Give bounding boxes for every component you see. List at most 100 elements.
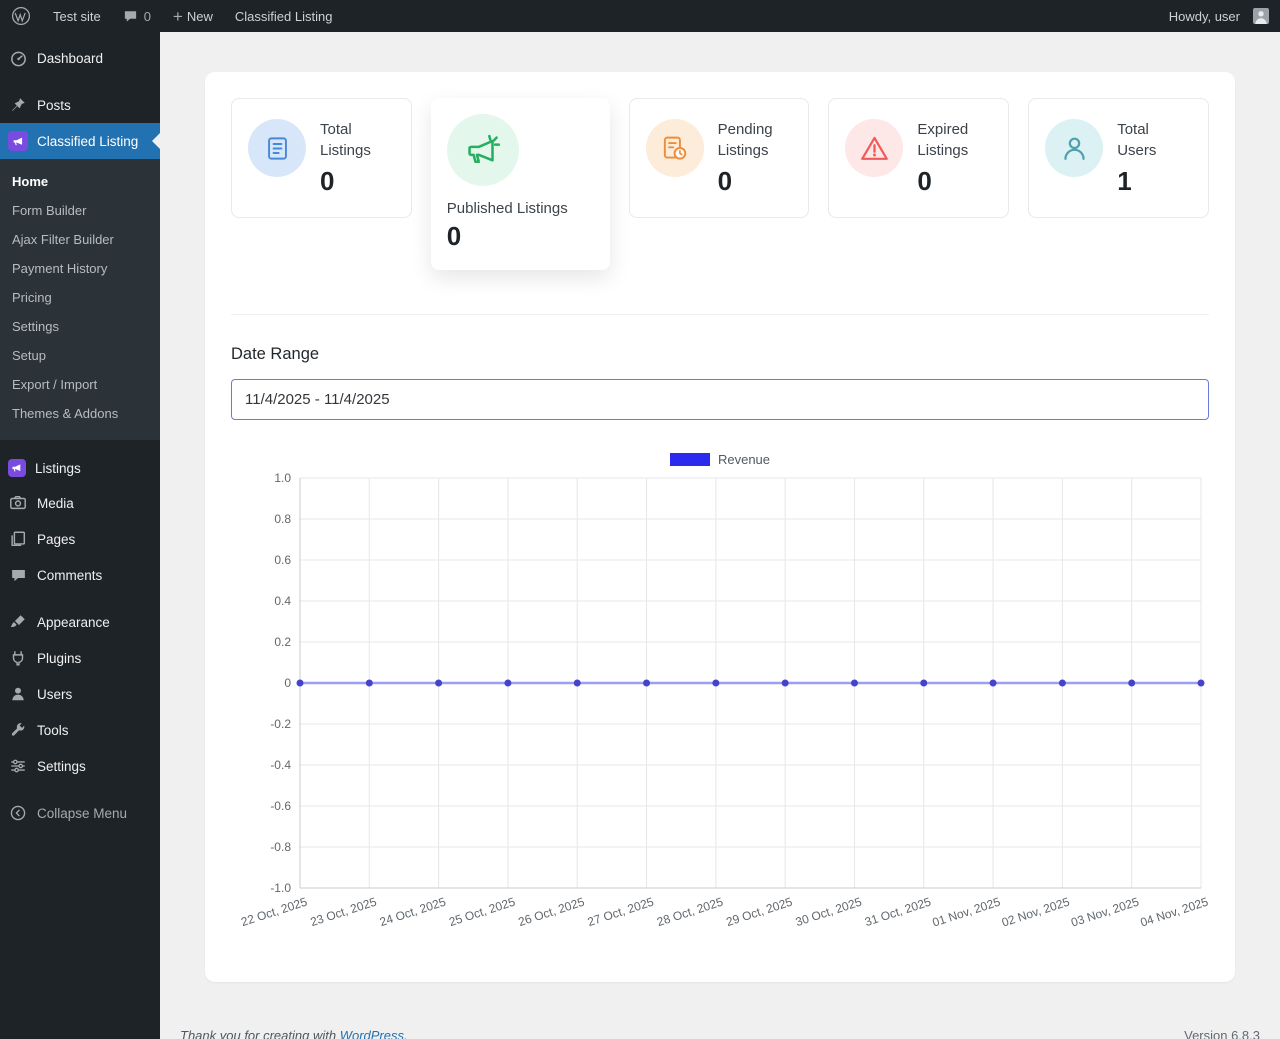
svg-text:25 Oct, 2025: 25 Oct, 2025 — [447, 894, 517, 929]
sidebar-item-listings[interactable]: Listings — [0, 451, 160, 485]
warning-triangle-icon — [845, 119, 904, 177]
sidebar-item-plugins[interactable]: Plugins — [0, 640, 160, 676]
listings-icon — [8, 459, 26, 477]
comments-shortcut[interactable]: 0 — [112, 0, 162, 32]
svg-text:26 Oct, 2025: 26 Oct, 2025 — [516, 894, 586, 929]
sidebar-item-settings[interactable]: Settings — [0, 748, 160, 784]
wordpress-link[interactable]: WordPress — [340, 1028, 404, 1039]
submenu-item-settings[interactable]: Settings — [0, 312, 160, 341]
plus-icon: + — [172, 6, 183, 26]
paintbrush-icon — [8, 612, 28, 632]
submenu-item-payment-history[interactable]: Payment History — [0, 254, 160, 283]
sidebar-item-label: Appearance — [37, 614, 110, 630]
sidebar-item-pages[interactable]: Pages — [0, 521, 160, 557]
svg-text:04 Nov, 2025: 04 Nov, 2025 — [1139, 894, 1209, 929]
svg-text:31 Oct, 2025: 31 Oct, 2025 — [863, 894, 933, 929]
stat-label: Pending Listings — [717, 121, 773, 159]
avatar — [1253, 8, 1269, 24]
collapse-menu-button[interactable]: Collapse Menu — [0, 795, 160, 831]
sidebar-item-label: Collapse Menu — [37, 805, 128, 821]
sliders-icon — [8, 756, 28, 776]
sidebar-item-label: Pages — [37, 531, 76, 547]
stat-label: Published Listings — [446, 200, 568, 217]
classified-listing-toolbar-link[interactable]: Classified Listing — [224, 0, 344, 32]
new-content-label: New — [186, 8, 213, 24]
sidebar-item-label: Classified Listing — [37, 133, 139, 149]
sidebar-item-tools[interactable]: Tools — [0, 712, 160, 748]
sidebar-item-label: Dashboard — [37, 50, 104, 66]
footer-thanks: Thank you for creating with WordPress. — [180, 1028, 408, 1039]
sidebar-item-users[interactable]: Users — [0, 676, 160, 712]
stat-label: Expired Listings — [917, 121, 969, 159]
dashboard-card: Total Listings 0 Published Listings 0 Pe… — [205, 72, 1235, 982]
legend-label: Revenue — [717, 452, 771, 467]
collapse-arrow-icon — [8, 803, 28, 823]
comments-count: 0 — [143, 8, 151, 24]
plug-icon — [8, 648, 28, 668]
sidebar-item-classified-listing[interactable]: Classified Listing — [0, 123, 160, 159]
submenu-item-export-import[interactable]: Export / Import — [0, 370, 160, 399]
main-content: Total Listings 0 Published Listings 0 Pe… — [160, 32, 1280, 1039]
sidebar-separator — [0, 440, 160, 451]
submenu-item-pricing[interactable]: Pricing — [0, 283, 160, 312]
sidebar-separator — [0, 76, 160, 87]
sidebar-item-label: Users — [37, 686, 73, 702]
sidebar-item-comments[interactable]: Comments — [0, 557, 160, 593]
stat-value: 0 — [917, 166, 932, 196]
svg-text:30 Oct, 2025: 30 Oct, 2025 — [794, 894, 864, 929]
megaphone-icon — [446, 114, 519, 186]
svg-text:0.8: 0.8 — [274, 512, 291, 526]
submenu-item-form-builder[interactable]: Form Builder — [0, 196, 160, 225]
submenu-item-themes-addons[interactable]: Themes & Addons — [0, 399, 160, 428]
submenu-item-home[interactable]: Home — [0, 167, 160, 196]
svg-text:0.4: 0.4 — [274, 594, 291, 608]
svg-text:03 Nov, 2025: 03 Nov, 2025 — [1069, 894, 1141, 929]
sidebar-item-dashboard[interactable]: Dashboard — [0, 40, 160, 76]
svg-text:22 Oct, 2025: 22 Oct, 2025 — [239, 894, 309, 929]
wordpress-logo-menu[interactable] — [0, 0, 42, 32]
pages-icon — [8, 529, 28, 549]
sidebar-item-posts[interactable]: Posts — [0, 87, 160, 123]
sidebar-item-label: Tools — [37, 722, 69, 738]
new-content-button[interactable]: + New — [162, 0, 224, 32]
svg-text:29 Oct, 2025: 29 Oct, 2025 — [724, 894, 794, 929]
svg-text:27 Oct, 2025: 27 Oct, 2025 — [586, 894, 656, 929]
user-icon — [8, 684, 28, 704]
stat-card-expired-listings: Expired Listings 0 — [828, 98, 1010, 218]
site-name-link[interactable]: Test site — [42, 0, 112, 32]
svg-text:02 Nov, 2025: 02 Nov, 2025 — [1000, 894, 1072, 929]
stat-value: 1 — [1117, 166, 1132, 196]
submenu-item-ajax-filter-builder[interactable]: Ajax Filter Builder — [0, 225, 160, 254]
sidebar-item-appearance[interactable]: Appearance — [0, 604, 160, 640]
howdy-account-menu[interactable]: Howdy, user — [1158, 0, 1280, 32]
svg-text:0.2: 0.2 — [274, 635, 291, 649]
stats-row: Total Listings 0 Published Listings 0 Pe… — [231, 98, 1209, 270]
sidebar-item-label: Listings — [35, 460, 81, 476]
sidebar-item-label: Posts — [37, 97, 71, 113]
svg-text:0: 0 — [284, 676, 291, 690]
sidebar-separator — [0, 593, 160, 604]
svg-text:-0.2: -0.2 — [270, 717, 291, 731]
document-clock-icon — [645, 119, 704, 177]
list-icon — [248, 119, 306, 177]
svg-text:01 Nov, 2025: 01 Nov, 2025 — [931, 894, 1003, 929]
sidebar-item-media[interactable]: Media — [0, 485, 160, 521]
stat-card-published-listings: Published Listings 0 — [430, 98, 610, 270]
submenu-item-setup[interactable]: Setup — [0, 341, 160, 370]
revenue-chart-section: Revenue 1.0 0.8 0.6 0.4 0.2 0 -0.2 -0.4 -0.6 -0.8… — [231, 452, 1210, 934]
stat-value: 0 — [717, 166, 733, 196]
svg-text:1.0: 1.0 — [274, 471, 291, 485]
svg-text:-1.0: -1.0 — [270, 881, 291, 895]
legend-swatch — [669, 453, 710, 466]
date-range-input[interactable] — [231, 379, 1209, 420]
svg-text:23 Oct, 2025: 23 Oct, 2025 — [309, 894, 379, 929]
footer: Thank you for creating with WordPress. V… — [180, 1028, 1260, 1039]
admin-sidebar: Dashboard Posts Classified Listing Home … — [0, 32, 160, 1039]
stat-value: 0 — [446, 221, 462, 251]
wrench-icon — [8, 720, 28, 740]
stat-value: 0 — [320, 166, 335, 196]
sidebar-item-label: Comments — [37, 567, 103, 583]
comment-bubble-icon — [123, 9, 138, 24]
classified-listing-icon — [8, 131, 28, 151]
divider — [231, 314, 1209, 315]
